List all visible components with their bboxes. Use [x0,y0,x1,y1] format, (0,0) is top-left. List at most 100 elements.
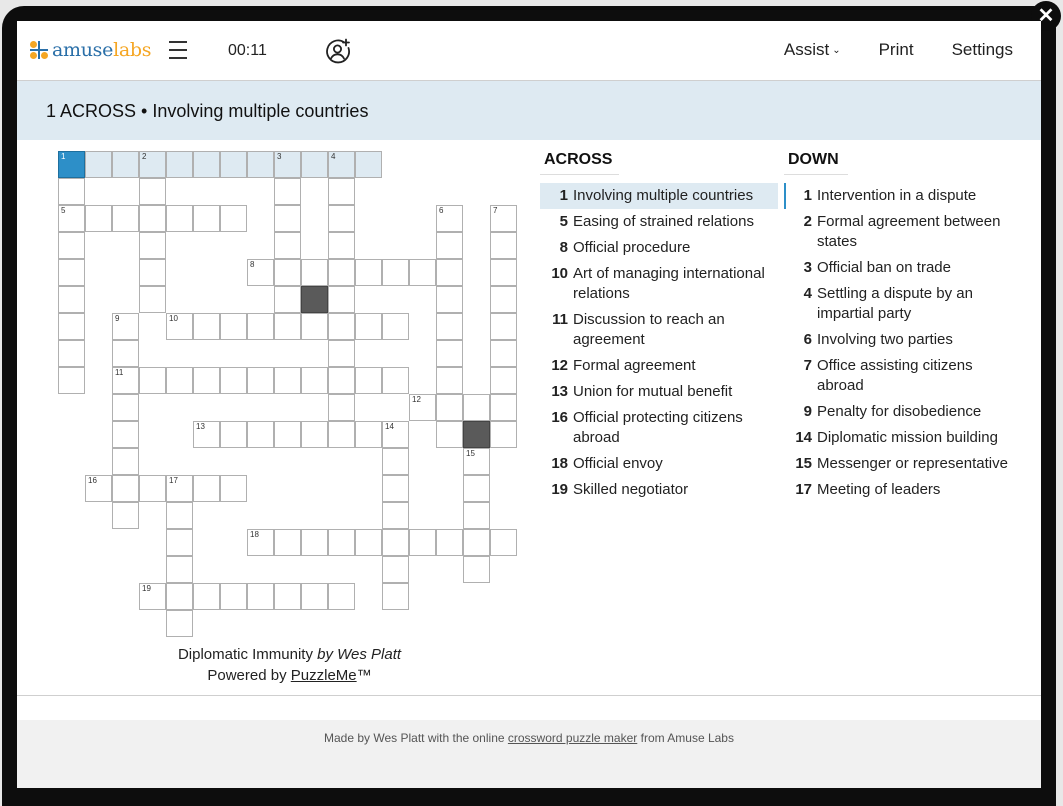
clue-down-15[interactable]: 15 Messenger or representative [784,451,1024,477]
amuselabs-logo[interactable]: amuselabs [30,38,152,62]
grid-cell[interactable] [274,205,301,232]
grid-cell[interactable] [112,502,139,529]
grid-cell[interactable] [58,259,85,286]
grid-cell[interactable] [139,178,166,205]
grid-cell[interactable]: 3 [274,151,301,178]
grid-cell[interactable] [301,583,328,610]
hamburger-menu-icon[interactable] [169,41,187,61]
grid-cell[interactable]: 2 [139,151,166,178]
grid-cell[interactable] [193,367,220,394]
grid-cell[interactable] [490,421,517,448]
grid-cell-selected[interactable]: 1 [58,151,85,178]
grid-cell[interactable] [382,502,409,529]
add-collaborator-icon[interactable] [325,38,351,64]
grid-cell[interactable] [436,232,463,259]
grid-cell[interactable] [85,205,112,232]
grid-cell[interactable] [139,205,166,232]
settings-button[interactable]: Settings [952,40,1013,60]
grid-cell[interactable] [328,340,355,367]
grid-cell[interactable] [436,313,463,340]
grid-cell[interactable] [274,583,301,610]
grid-cell[interactable] [328,394,355,421]
grid-cell[interactable] [409,529,436,556]
grid-cell[interactable]: 18 [247,529,274,556]
grid-cell[interactable] [409,259,436,286]
clue-down-17[interactable]: 17 Meeting of leaders [784,477,1024,503]
grid-cell[interactable] [328,259,355,286]
grid-cell[interactable] [139,475,166,502]
clue-across-5[interactable]: 5 Easing of strained relations [540,209,778,235]
grid-cell[interactable] [436,421,463,448]
grid-cell[interactable] [301,529,328,556]
grid-cell[interactable] [355,259,382,286]
grid-cell[interactable] [112,394,139,421]
clue-across-8[interactable]: 8 Official procedure [540,235,778,261]
grid-cell[interactable]: 11 [112,367,139,394]
clue-down-14[interactable]: 14 Diplomatic mission building [784,425,1024,451]
grid-cell[interactable] [382,448,409,475]
grid-cell[interactable]: 16 [85,475,112,502]
grid-cell[interactable] [166,151,193,178]
grid-cell[interactable] [139,232,166,259]
grid-cell[interactable] [382,313,409,340]
grid-cell[interactable] [328,583,355,610]
grid-cell[interactable] [355,421,382,448]
clue-down-4[interactable]: 4 Settling a dispute by an impartial part… [784,281,1024,327]
grid-cell[interactable] [166,367,193,394]
puzzleme-link[interactable]: PuzzleMe [291,667,357,684]
grid-cell[interactable]: 17 [166,475,193,502]
clue-down-9[interactable]: 9 Penalty for disobedience [784,399,1024,425]
grid-cell[interactable]: 4 [328,151,355,178]
grid-cell[interactable] [382,583,409,610]
timer[interactable]: 00:11 [228,42,267,60]
clue-across-13[interactable]: 13 Union for mutual benefit [540,379,778,405]
grid-cell[interactable] [139,259,166,286]
grid-cell[interactable] [274,421,301,448]
grid-cell[interactable] [220,151,247,178]
grid-cell[interactable] [112,151,139,178]
grid-cell[interactable]: 15 [463,448,490,475]
grid-cell[interactable]: 8 [247,259,274,286]
grid-cell[interactable] [382,367,409,394]
grid-cell[interactable] [274,367,301,394]
grid-cell[interactable] [220,205,247,232]
grid-cell[interactable] [328,421,355,448]
grid-cell[interactable] [166,610,193,637]
grid-cell[interactable] [382,529,409,556]
grid-cell[interactable] [220,421,247,448]
grid-cell[interactable] [166,502,193,529]
grid-cell[interactable] [382,556,409,583]
grid-cell[interactable] [58,178,85,205]
grid-cell[interactable] [112,475,139,502]
grid-cell[interactable] [490,313,517,340]
grid-cell[interactable] [490,232,517,259]
grid-cell[interactable] [247,583,274,610]
grid-cell[interactable] [436,286,463,313]
grid-cell[interactable] [58,313,85,340]
grid-cell[interactable] [193,313,220,340]
grid-cell[interactable] [166,556,193,583]
grid-cell[interactable] [139,367,166,394]
grid-cell[interactable]: 6 [436,205,463,232]
grid-cell[interactable] [328,367,355,394]
grid-cell[interactable] [301,259,328,286]
clue-down-6[interactable]: 6 Involving two parties [784,327,1024,353]
grid-cell[interactable]: 19 [139,583,166,610]
grid-cell[interactable] [220,367,247,394]
grid-cell[interactable] [193,475,220,502]
clue-down-3[interactable]: 3 Official ban on trade [784,255,1024,281]
grid-cell[interactable] [355,367,382,394]
grid-cell[interactable] [193,205,220,232]
grid-cell[interactable]: 10 [166,313,193,340]
grid-cell[interactable] [220,583,247,610]
grid-cell[interactable] [490,529,517,556]
grid-cell[interactable] [355,529,382,556]
grid-cell[interactable] [382,475,409,502]
clue-across-19[interactable]: 19 Skilled negotiator [540,477,778,503]
clue-down-7[interactable]: 7 Office assisting citizens abroad [784,353,1024,399]
clue-across-16[interactable]: 16 Official protecting citizens abroad [540,405,778,451]
grid-cell[interactable] [301,421,328,448]
grid-cell[interactable] [166,205,193,232]
grid-cell[interactable] [463,529,490,556]
clue-across-10[interactable]: 10 Art of managing international relation… [540,261,778,307]
